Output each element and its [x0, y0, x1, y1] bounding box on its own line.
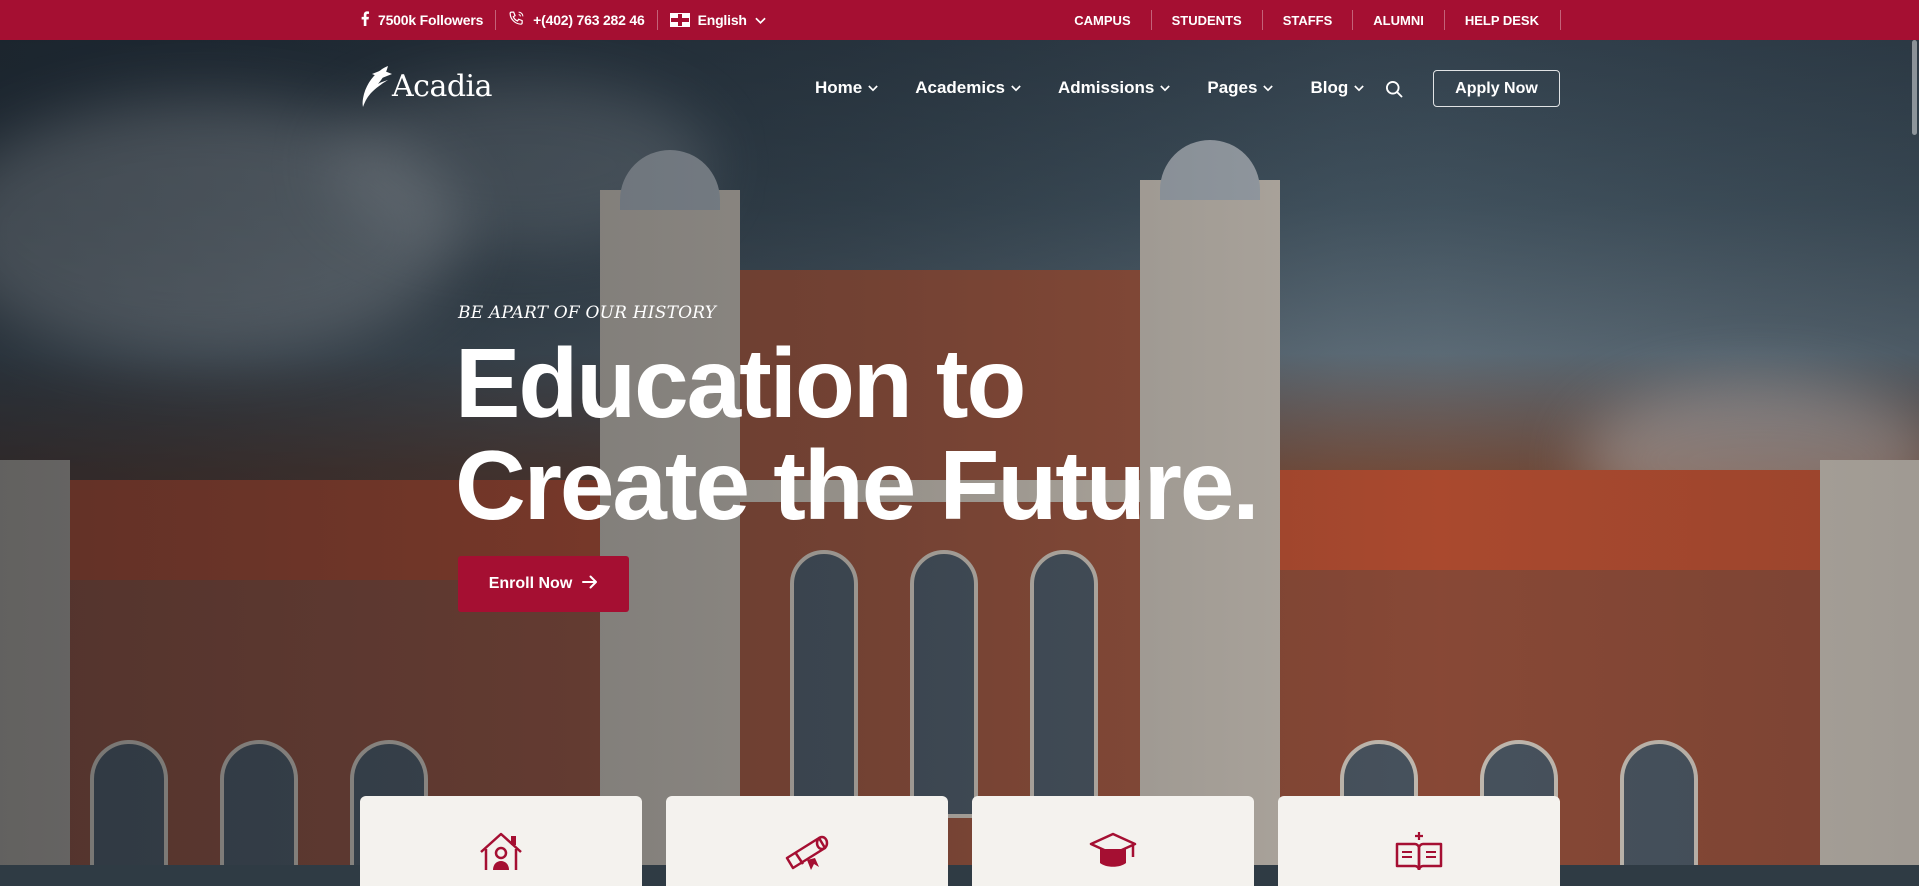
graduation-cap-icon	[1087, 830, 1139, 886]
topbar-link-students[interactable]: STUDENTS	[1152, 13, 1262, 28]
followers-count: 7500k Followers	[378, 12, 484, 28]
topbar-link-alumni[interactable]: ALUMNI	[1353, 13, 1444, 28]
language-label: English	[697, 12, 747, 28]
phone-icon	[508, 10, 525, 30]
diploma-scroll-icon	[781, 830, 833, 886]
site-logo[interactable]: Acadia	[360, 64, 493, 108]
hero-headline-line-1: Education to	[455, 328, 1026, 438]
feature-card-library[interactable]	[1278, 796, 1560, 886]
nav-label: Pages	[1207, 78, 1258, 97]
campus-home-icon	[475, 830, 527, 886]
nav-item-home[interactable]: Home	[815, 78, 878, 98]
feature-card-campus[interactable]	[360, 796, 642, 886]
nav-item-pages[interactable]: Pages	[1207, 78, 1274, 98]
divider	[1560, 10, 1561, 30]
topbar-link-staffs[interactable]: STAFFS	[1263, 13, 1353, 28]
facebook-icon	[360, 11, 370, 29]
logo-feather-cap-icon	[360, 64, 392, 108]
enroll-now-button[interactable]: Enroll Now	[458, 556, 629, 612]
uk-flag-icon	[669, 13, 690, 27]
chevron-down-icon	[755, 12, 766, 28]
logo-text: Acadia	[392, 68, 493, 104]
chevron-down-icon	[1011, 84, 1021, 95]
feature-card-graduation[interactable]	[972, 796, 1254, 886]
top-bar: 7500k Followers +(402) 763 282 46 Englis…	[0, 0, 1919, 40]
topbar-link-help-desk[interactable]: HELP DESK	[1445, 13, 1560, 28]
phone-contact[interactable]: +(402) 763 282 46	[508, 10, 645, 30]
nav-label: Blog	[1310, 78, 1349, 97]
chevron-down-icon	[1354, 84, 1365, 95]
hero-eyebrow: BE APART OF OUR HISTORY	[458, 303, 717, 323]
hero-headline-line-2: Create the Future.	[455, 430, 1260, 540]
top-bar-links: CAMPUS STUDENTS STAFFS ALUMNI HELP DESK	[1054, 0, 1561, 40]
chevron-down-icon	[1263, 84, 1274, 95]
divider	[495, 10, 497, 30]
nav-item-academics[interactable]: Academics	[915, 78, 1021, 98]
facebook-followers[interactable]: 7500k Followers	[360, 11, 483, 29]
search-icon[interactable]	[1384, 79, 1406, 101]
arrow-right-icon	[582, 575, 598, 594]
divider	[656, 10, 658, 30]
nav-item-blog[interactable]: Blog	[1310, 78, 1365, 98]
apply-now-button[interactable]: Apply Now	[1433, 70, 1560, 107]
hero-headline: Education to Create the Future.	[455, 332, 1260, 536]
enroll-now-label: Enroll Now	[488, 575, 573, 592]
nav-item-admissions[interactable]: Admissions	[1058, 78, 1171, 98]
chevron-down-icon	[1160, 84, 1171, 95]
main-navigation: Home Academics Admissions Pages Blog	[815, 78, 1401, 98]
nav-label: Home	[815, 78, 863, 97]
phone-number: +(402) 763 282 46	[533, 12, 645, 28]
nav-label: Admissions	[1058, 78, 1155, 97]
language-selector[interactable]: English	[669, 12, 766, 28]
feature-card-diploma[interactable]	[666, 796, 948, 886]
chevron-down-icon	[868, 84, 878, 95]
page-scrollbar[interactable]	[1912, 40, 1917, 135]
top-bar-contacts: 7500k Followers +(402) 763 282 46 Englis…	[360, 0, 766, 40]
nav-label: Academics	[915, 78, 1006, 97]
topbar-link-campus[interactable]: CAMPUS	[1054, 13, 1150, 28]
open-book-icon	[1393, 830, 1445, 886]
